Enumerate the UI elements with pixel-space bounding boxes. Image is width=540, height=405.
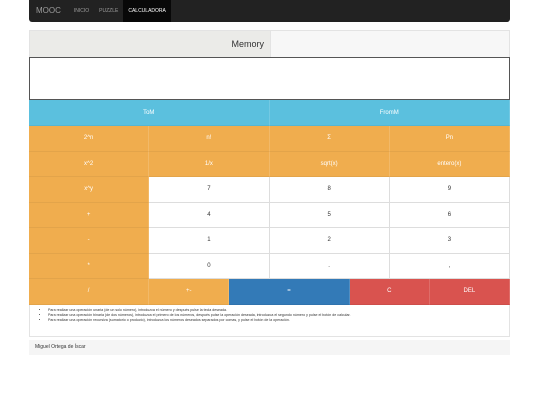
footer-author: Miguel Ortega de Íscar: [35, 344, 86, 350]
square-button[interactable]: x^2: [29, 151, 150, 177]
equals-button[interactable]: =: [229, 279, 350, 305]
digit-8-button[interactable]: 8: [269, 177, 390, 203]
add-button[interactable]: +: [29, 202, 150, 228]
digit-9-button[interactable]: 9: [389, 177, 510, 203]
summation-button[interactable]: Σ: [269, 126, 390, 152]
nav-link-inicio[interactable]: INICIO: [69, 0, 94, 22]
digit-0-button[interactable]: 0: [149, 253, 270, 279]
digit-4-button[interactable]: 4: [149, 202, 270, 228]
memory-button-row: ToM FromM: [29, 100, 510, 126]
digit-6-button[interactable]: 6: [389, 202, 510, 228]
negate-button[interactable]: +-: [149, 279, 230, 305]
exponent-button[interactable]: x^y: [29, 177, 150, 203]
footer: Miguel Ortega de Íscar: [29, 340, 510, 355]
from-memory-button[interactable]: FromM: [269, 100, 510, 126]
integer-button[interactable]: entero(x): [389, 151, 510, 177]
key-row-1: 2^n n! Σ Pn: [29, 126, 510, 152]
digit-3-button[interactable]: 3: [389, 228, 510, 254]
calculator: Memory ToM FromM 2^n n! Σ Pn x^2 1/x sqr…: [29, 30, 510, 337]
divide-button[interactable]: /: [29, 279, 150, 305]
digit-7-button[interactable]: 7: [149, 177, 270, 203]
memory-label: Memory: [30, 31, 271, 57]
reciprocal-button[interactable]: 1/x: [149, 151, 270, 177]
power-of-two-button[interactable]: 2^n: [29, 126, 150, 152]
clear-button[interactable]: C: [349, 279, 430, 305]
comma-button[interactable]: ,: [389, 253, 510, 279]
to-memory-button[interactable]: ToM: [29, 100, 270, 126]
help-list: Para realizar una operación unaria (de u…: [29, 304, 510, 337]
key-row-4: + 4 5 6: [29, 202, 510, 228]
factorial-button[interactable]: n!: [149, 126, 270, 152]
digit-5-button[interactable]: 5: [269, 202, 390, 228]
key-row-3: x^y 7 8 9: [29, 177, 510, 203]
decimal-point-button[interactable]: .: [269, 253, 390, 279]
subtract-button[interactable]: -: [29, 228, 150, 254]
help-item-recursive: Para realizar una operación recursiva (s…: [48, 318, 505, 323]
product-button[interactable]: Pn: [389, 126, 510, 152]
key-row-7: / +- = C DEL: [29, 279, 510, 305]
key-row-5: - 1 2 3: [29, 228, 510, 254]
calculator-display: [29, 57, 510, 100]
top-navbar: MOOC INICIO PUZZLE CALCULADORA: [29, 0, 510, 22]
multiply-button[interactable]: *: [29, 253, 150, 279]
memory-value: [271, 31, 509, 57]
key-row-2: x^2 1/x sqrt(x) entero(x): [29, 151, 510, 177]
digit-2-button[interactable]: 2: [269, 228, 390, 254]
delete-button[interactable]: DEL: [429, 279, 510, 305]
digit-1-button[interactable]: 1: [149, 228, 270, 254]
memory-row: Memory: [29, 30, 510, 57]
key-row-6: * 0 . ,: [29, 253, 510, 279]
nav-link-calculadora[interactable]: CALCULADORA: [123, 0, 171, 22]
nav-link-puzzle[interactable]: PUZZLE: [94, 0, 123, 22]
brand-link[interactable]: MOOC: [29, 0, 69, 22]
sqrt-button[interactable]: sqrt(x): [269, 151, 390, 177]
